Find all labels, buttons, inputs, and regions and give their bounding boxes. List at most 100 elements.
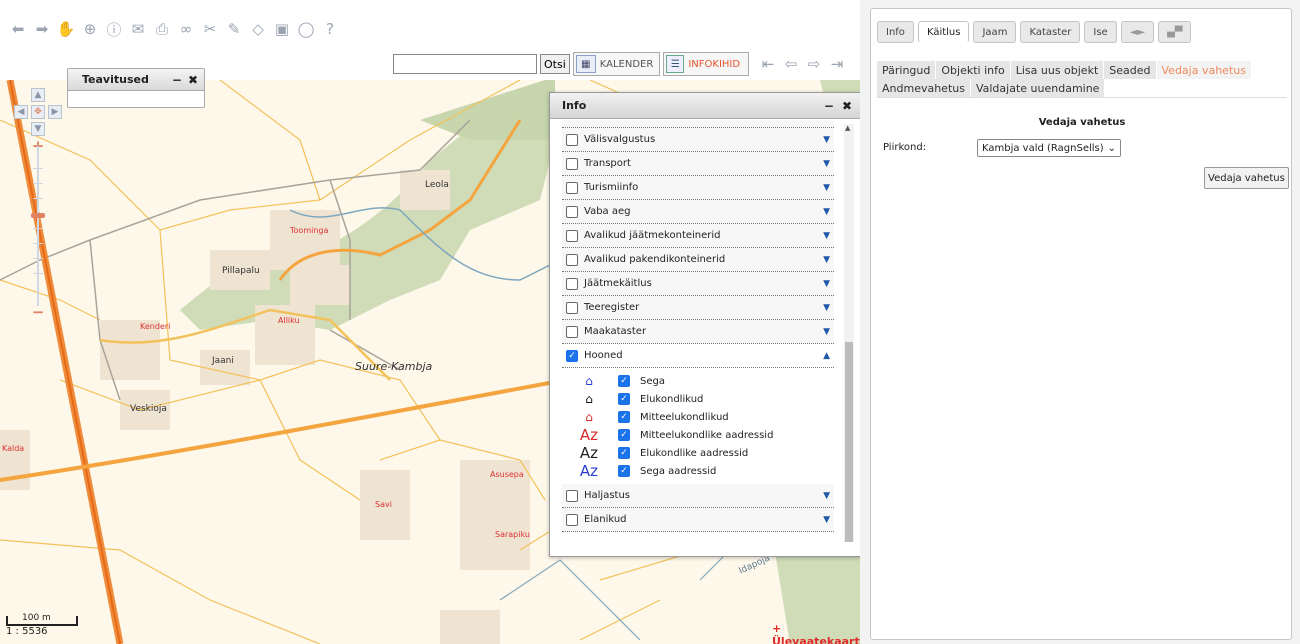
help-icon[interactable]: ?	[318, 18, 342, 40]
link-icon[interactable]: ∞	[174, 18, 198, 40]
chevron-down-icon[interactable]: ▼	[823, 327, 830, 337]
subtab-lisa-uus-objekt[interactable]: Lisa uus objekt	[1010, 61, 1105, 79]
layer-item-pakendikonteinerid[interactable]: Avalikud pakendikonteinerid ▼	[562, 248, 834, 272]
zoom-slider-handle[interactable]	[31, 213, 45, 218]
prev-arrow-icon[interactable]: ⇦	[781, 54, 801, 74]
sublayer-sega-aadressid[interactable]: Az ✓ Sega aadressid	[562, 462, 834, 480]
search-button[interactable]: Otsi	[540, 54, 570, 74]
pan-center-icon[interactable]: ✥	[31, 105, 45, 119]
measure-icon[interactable]: ✂	[198, 18, 222, 40]
sublayer-elukondlikud[interactable]: ⌂ ✓ Elukondlikud	[562, 390, 834, 408]
subtab-vedaja-vahetus[interactable]: Vedaja vahetus	[1156, 61, 1252, 79]
sublayer-checkbox[interactable]: ✓	[618, 393, 630, 405]
chevron-down-icon[interactable]: ▼	[823, 279, 830, 289]
layer-item-transport[interactable]: Transport ▼	[562, 152, 834, 176]
close-icon[interactable]: ✖	[188, 73, 198, 87]
layer-checkbox[interactable]: ✓	[566, 349, 578, 362]
pan-right-icon[interactable]: ▶	[48, 105, 62, 119]
layer-item-jaatmekaitlus[interactable]: Jäätmekäitlus ▼	[562, 272, 834, 296]
vedaja-vahetus-button[interactable]: Vedaja vahetus	[1204, 167, 1289, 189]
info-window-scrollbar[interactable]: ▲	[844, 124, 854, 542]
pan-hand-icon[interactable]: ✋	[54, 18, 78, 40]
tab-layout[interactable]: ▄▀	[1158, 21, 1192, 43]
pan-down-icon[interactable]: ▼	[31, 122, 45, 136]
layer-checkbox[interactable]	[566, 301, 578, 314]
layer-item-teeregister[interactable]: Teeregister ▼	[562, 296, 834, 320]
subtab-andmevahetus[interactable]: Andmevahetus	[877, 79, 971, 97]
minimize-icon[interactable]: −	[172, 73, 182, 87]
chevron-up-icon[interactable]: ▲	[823, 351, 830, 361]
layer-checkbox[interactable]	[566, 253, 578, 266]
sublayer-checkbox[interactable]: ✓	[618, 375, 630, 387]
eraser-icon[interactable]: ◇	[246, 18, 270, 40]
next-arrow-icon[interactable]: ⇨	[804, 54, 824, 74]
tab-jaam[interactable]: Jaam	[973, 21, 1017, 43]
zoom-slider-track[interactable]	[37, 146, 39, 306]
chevron-down-icon[interactable]: ▼	[823, 255, 830, 265]
sublayer-checkbox[interactable]: ✓	[618, 429, 630, 441]
subtab-paringud[interactable]: Päringud	[877, 61, 937, 79]
back-arrow-icon[interactable]: ⬅	[6, 18, 30, 40]
layer-item-haljastus[interactable]: Haljastus ▼	[562, 484, 834, 508]
infolayers-button[interactable]: ☰ INFOKIHID	[663, 52, 750, 76]
calendar-button[interactable]: ▦ KALENDER	[572, 52, 661, 76]
layer-checkbox[interactable]	[566, 513, 578, 526]
sublayer-checkbox[interactable]: ✓	[618, 411, 630, 423]
minimize-icon[interactable]: −	[824, 99, 834, 113]
info-window-header[interactable]: Info − ✖	[550, 93, 860, 119]
sublayer-elukondlike-aadressid[interactable]: Az ✓ Elukondlike aadressid	[562, 444, 834, 462]
chevron-down-icon[interactable]: ▼	[823, 491, 830, 501]
layer-item-turismiinfo[interactable]: Turismiinfo ▼	[562, 176, 834, 200]
chevron-down-icon[interactable]: ▼	[823, 207, 830, 217]
zoom-in-icon[interactable]: ⊕	[78, 18, 102, 40]
last-arrow-icon[interactable]: ⇥	[827, 54, 847, 74]
sublayer-checkbox[interactable]: ✓	[618, 465, 630, 477]
chevron-down-icon[interactable]: ▼	[823, 159, 830, 169]
tab-kaitlus[interactable]: Käitlus	[917, 21, 970, 43]
chevron-down-icon[interactable]: ▼	[823, 303, 830, 313]
pan-left-icon[interactable]: ◀	[14, 105, 28, 119]
piirkond-select[interactable]: Kambja vald (RagnSells) ⌄	[977, 139, 1122, 157]
subtab-valdajate-uuendamine[interactable]: Valdajate uuendamine	[970, 79, 1106, 97]
layer-checkbox[interactable]	[566, 489, 578, 502]
refresh-icon[interactable]: ◯	[294, 18, 318, 40]
layer-checkbox[interactable]	[566, 277, 578, 290]
tab-info[interactable]: Info	[877, 21, 914, 43]
notifications-header[interactable]: Teavitused − ✖	[68, 69, 204, 91]
chevron-down-icon[interactable]: ▼	[823, 515, 830, 525]
map-area[interactable]: Suure-Kambja Leola Toominga Pillapalu Al…	[0, 0, 860, 644]
layer-item-elanikud[interactable]: Elanikud ▼	[562, 508, 834, 532]
layer-checkbox[interactable]	[566, 133, 578, 146]
sublayer-sega[interactable]: ⌂ ✓ Sega	[562, 372, 834, 390]
subtab-seaded[interactable]: Seaded	[1104, 61, 1157, 79]
forward-arrow-icon[interactable]: ➡	[30, 18, 54, 40]
sublayer-mitteelukondlikud[interactable]: ⌂ ✓ Mitteelukondlikud	[562, 408, 834, 426]
layer-checkbox[interactable]	[566, 181, 578, 194]
zoom-minus-icon[interactable]: −	[30, 304, 46, 320]
layer-item-vaba-aeg[interactable]: Vaba aeg ▼	[562, 200, 834, 224]
layer-item-hooned[interactable]: ✓ Hooned ▲	[562, 344, 834, 368]
sublayer-checkbox[interactable]: ✓	[618, 447, 630, 459]
sublayer-mitteelukondlike-aadressid[interactable]: Az ✓ Mitteelukondlike aadressid	[562, 426, 834, 444]
tab-kataster[interactable]: Kataster	[1020, 21, 1081, 43]
search-input[interactable]	[393, 54, 537, 74]
tab-ise[interactable]: Ise	[1084, 21, 1117, 43]
print-icon[interactable]: ⎙	[150, 18, 174, 40]
overview-map-link[interactable]: + Ülevaatekaart	[772, 622, 860, 644]
subtab-objekti-info[interactable]: Objekti info	[936, 61, 1011, 79]
layer-item-valisvalgustus[interactable]: Välisvalgustus ▼	[562, 128, 834, 152]
info-icon[interactable]: ⓘ	[102, 18, 126, 40]
chevron-down-icon[interactable]: ▼	[823, 231, 830, 241]
layer-item-maakataster[interactable]: Maakataster ▼	[562, 320, 834, 344]
layer-checkbox[interactable]	[566, 229, 578, 242]
draw-icon[interactable]: ✎	[222, 18, 246, 40]
scroll-up-icon[interactable]: ▲	[845, 124, 850, 132]
scrollbar-thumb[interactable]	[845, 342, 853, 542]
pan-up-icon[interactable]: ▲	[31, 88, 45, 102]
layer-checkbox[interactable]	[566, 205, 578, 218]
layer-checkbox[interactable]	[566, 325, 578, 338]
chevron-down-icon[interactable]: ▼	[823, 135, 830, 145]
close-icon[interactable]: ✖	[842, 99, 852, 113]
tab-expand[interactable]: ◄►	[1120, 21, 1155, 43]
mail-icon[interactable]: ✉	[126, 18, 150, 40]
